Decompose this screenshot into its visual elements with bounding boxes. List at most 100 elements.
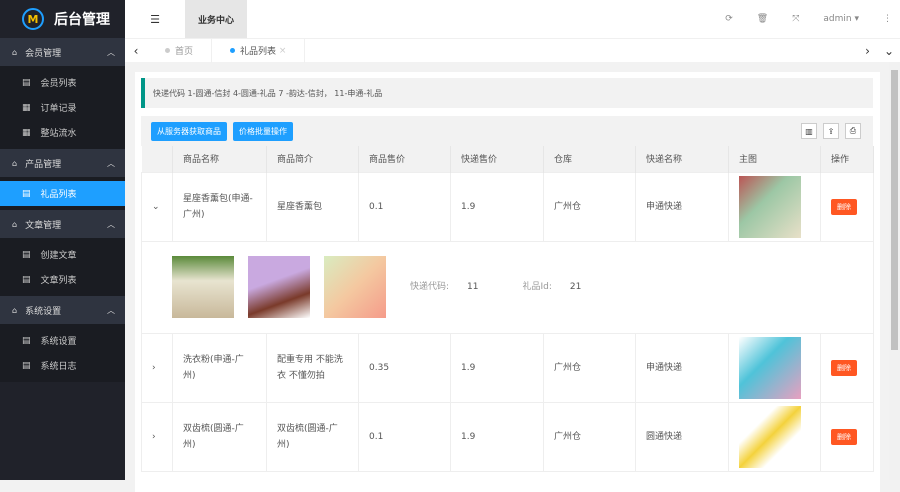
dot-icon: [165, 48, 170, 53]
collapse-icon[interactable]: ⌄: [141, 171, 173, 242]
list-icon: ▤: [22, 335, 31, 346]
product-image[interactable]: [739, 336, 801, 399]
col-header[interactable]: 商品名称: [172, 146, 267, 172]
sidebar-group-member[interactable]: ⌂ 会员管理 ︿: [0, 38, 125, 66]
tab-label: 礼品列表: [240, 47, 277, 57]
sidebar-group-system[interactable]: ⌂ 系统设置 ︿: [0, 296, 125, 324]
label: 快递代码:: [410, 282, 450, 292]
sidebar-item-settings[interactable]: ▤ 系统设置: [0, 328, 125, 353]
calendar-icon: ▦: [22, 127, 31, 138]
more-icon[interactable]: ⋮: [883, 14, 892, 24]
cell-action: 删除: [820, 171, 874, 242]
col-header[interactable]: 快递售价: [450, 146, 544, 172]
chevron-up-icon: ︿: [107, 305, 115, 315]
cell-price: 0.35: [358, 332, 451, 403]
expand-icon[interactable]: ›: [141, 332, 173, 403]
logo: M 后台管理: [0, 0, 125, 38]
caret-down-icon: ▾: [854, 14, 859, 24]
content-card: 快递代码 1-圆通-信封 4-圆通-礼品 7 -韵达-信封， 11-申通-礼品 …: [135, 72, 880, 492]
tab-gift-list[interactable]: 礼品列表 ×: [212, 38, 306, 63]
fullscreen-icon[interactable]: ⤧: [792, 14, 799, 24]
chevron-up-icon: ︿: [107, 219, 115, 229]
cell-intro: 配重专用 不能洗衣 不懂勿拍: [266, 332, 359, 403]
list-icon: ▤: [22, 274, 31, 285]
sidebar-item-gift-list[interactable]: ▤ 礼品列表: [0, 181, 125, 206]
cell-image: [728, 332, 821, 403]
export-icon[interactable]: ⇪: [823, 123, 839, 139]
cell-express: 申通快递: [635, 171, 729, 242]
top-header: ☰ 业务中心 ⟳ 🗑 ⤧ admin ▾ ⋮: [125, 0, 900, 38]
trash-icon[interactable]: 🗑: [757, 14, 768, 24]
product-image[interactable]: [739, 175, 801, 238]
close-icon[interactable]: ×: [279, 46, 287, 56]
detail-image[interactable]: [172, 256, 234, 318]
list-icon: ▤: [22, 77, 31, 88]
delete-button[interactable]: 删除: [831, 428, 857, 445]
gift-id-field: 礼品Id: 21: [523, 279, 582, 295]
detail-cell: 快递代码: 11 礼品Id: 21: [141, 240, 874, 334]
cell-price: 0.1: [358, 401, 451, 472]
col-header[interactable]: 仓库: [543, 146, 636, 172]
express-code-note: 快递代码 1-圆通-信封 4-圆通-礼品 7 -韵达-信封， 11-申通-礼品: [141, 78, 873, 108]
cell-price: 0.1: [358, 171, 451, 242]
col-header[interactable]: 商品简介: [266, 146, 359, 172]
detail-image[interactable]: [248, 256, 310, 318]
cell-image: [728, 401, 821, 472]
business-center-tab[interactable]: 业务中心: [185, 0, 247, 38]
scrollbar[interactable]: [889, 62, 900, 480]
tab-home[interactable]: 首页: [147, 38, 213, 63]
sidebar-item-member-list[interactable]: ▤ 会员列表: [0, 70, 125, 95]
page-tabs: ‹ 首页 礼品列表 × › ⌄: [125, 38, 900, 63]
col-header[interactable]: 商品售价: [358, 146, 451, 172]
sidebar-item-orders[interactable]: ▦ 订单记录: [0, 95, 125, 120]
user-menu[interactable]: admin ▾: [823, 14, 859, 24]
list-icon: ▤: [22, 188, 31, 199]
expanded-detail-row: 快递代码: 11 礼品Id: 21: [141, 240, 874, 334]
expand-icon[interactable]: ›: [141, 401, 173, 472]
tabs-left-arrow-icon[interactable]: ‹: [125, 44, 147, 58]
chevron-up-icon: ︿: [107, 47, 115, 57]
group-label: 产品管理: [25, 159, 62, 170]
fetch-from-server-button[interactable]: 从服务器获取商品: [151, 121, 227, 141]
home-icon: ⌂: [12, 47, 18, 57]
home-icon: ⌂: [12, 219, 18, 229]
item-label: 订单记录: [40, 104, 77, 114]
batch-price-button[interactable]: 价格批量操作: [233, 121, 293, 141]
cell-image: [728, 171, 821, 242]
cell-action: 删除: [820, 401, 874, 472]
tabs-right-arrow-icon[interactable]: ›: [865, 44, 870, 58]
print-icon[interactable]: ⎙: [845, 123, 861, 139]
home-icon: ⌂: [12, 305, 18, 315]
sidebar-group-product[interactable]: ⌂ 产品管理 ︿: [0, 149, 125, 177]
sidebar-item-logs[interactable]: ▤ 系统日志: [0, 353, 125, 378]
menu-toggle-icon[interactable]: ☰: [125, 13, 185, 26]
chevron-down-icon[interactable]: ⌄: [884, 44, 894, 58]
cell-express: 申通快递: [635, 332, 729, 403]
table-row: › 洗衣粉(申通-广州) 配重专用 不能洗衣 不懂勿拍 0.35 1.9 广州仓…: [141, 332, 874, 403]
refresh-icon[interactable]: ⟳: [725, 14, 733, 24]
list-icon: ▤: [22, 360, 31, 371]
group-label: 会员管理: [25, 48, 62, 59]
columns-icon[interactable]: ▥: [801, 123, 817, 139]
gift-table: 商品名称 商品简介 商品售价 快递售价 仓库 快递名称 主图 操作 ⌄ 星座香薰…: [141, 146, 874, 472]
delete-button[interactable]: 删除: [831, 359, 857, 376]
sidebar-item-flow[interactable]: ▦ 整站流水: [0, 120, 125, 145]
sidebar-item-article-list[interactable]: ▤ 文章列表: [0, 267, 125, 292]
sidebar-item-create-article[interactable]: ▤ 创建文章: [0, 242, 125, 267]
sidebar-group-article[interactable]: ⌂ 文章管理 ︿: [0, 210, 125, 238]
label: 礼品Id:: [522, 282, 552, 292]
table-row: ⌄ 星座香薰包(申通-广州) 星座香薰包 0.1 1.9 广州仓 申通快递 删除: [141, 171, 874, 242]
scrollbar-thumb[interactable]: [891, 70, 898, 350]
delete-button[interactable]: 删除: [831, 198, 857, 215]
product-image[interactable]: [739, 405, 801, 468]
item-label: 系统日志: [40, 362, 77, 372]
logo-icon: M: [22, 8, 44, 30]
table-row: › 双齿梳(圆通-广州) 双齿梳(圆通-广州) 0.1 1.9 广州仓 圆通快递…: [141, 401, 874, 472]
detail-image[interactable]: [324, 256, 386, 318]
dot-icon: [230, 48, 236, 53]
col-header[interactable]: 主图: [728, 146, 821, 172]
home-icon: ⌂: [12, 158, 18, 168]
col-header[interactable]: 快递名称: [635, 146, 729, 172]
col-header[interactable]: 操作: [820, 146, 874, 172]
group-label: 文章管理: [25, 220, 62, 231]
